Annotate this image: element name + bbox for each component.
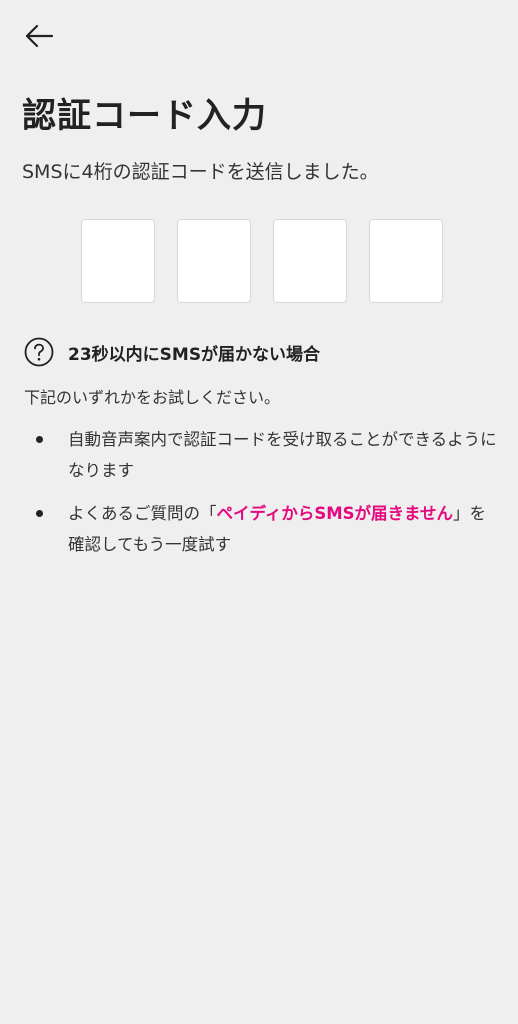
bullet-icon	[36, 436, 43, 443]
code-digit-4[interactable]	[369, 219, 443, 303]
list-item: 自動音声案内で認証コードを受け取ることができるようになります	[0, 424, 518, 486]
back-button[interactable]	[24, 16, 64, 56]
page-title: 認証コード入力	[22, 96, 267, 136]
help-options-list: 自動音声案内で認証コードを受け取ることができるようになります よくあるご質問の「…	[0, 424, 518, 572]
arrow-left-icon	[25, 24, 54, 48]
code-digit-1[interactable]	[81, 219, 155, 303]
code-input-group	[81, 219, 443, 303]
code-digit-2[interactable]	[177, 219, 251, 303]
help-description: 下記のいずれかをお試しください。	[24, 388, 281, 407]
help-title: 23秒以内にSMSが届かない場合	[68, 344, 321, 365]
list-item: よくあるご質問の「ペイディからSMSが届きません」を確認してもう一度試す	[0, 498, 518, 560]
option-faq-prefix: よくあるご質問の「	[68, 504, 217, 523]
faq-link[interactable]: ペイディからSMSが届きません	[217, 504, 454, 523]
code-digit-3[interactable]	[273, 219, 347, 303]
help-header: 23秒以内にSMSが届かない場合	[24, 337, 320, 367]
option-voice-text: 自動音声案内で認証コードを受け取ることができるようになります	[68, 430, 497, 480]
bullet-icon	[36, 510, 43, 517]
question-circle-icon	[24, 337, 54, 367]
subtitle: SMSに4桁の認証コードを送信しました。	[22, 161, 379, 183]
